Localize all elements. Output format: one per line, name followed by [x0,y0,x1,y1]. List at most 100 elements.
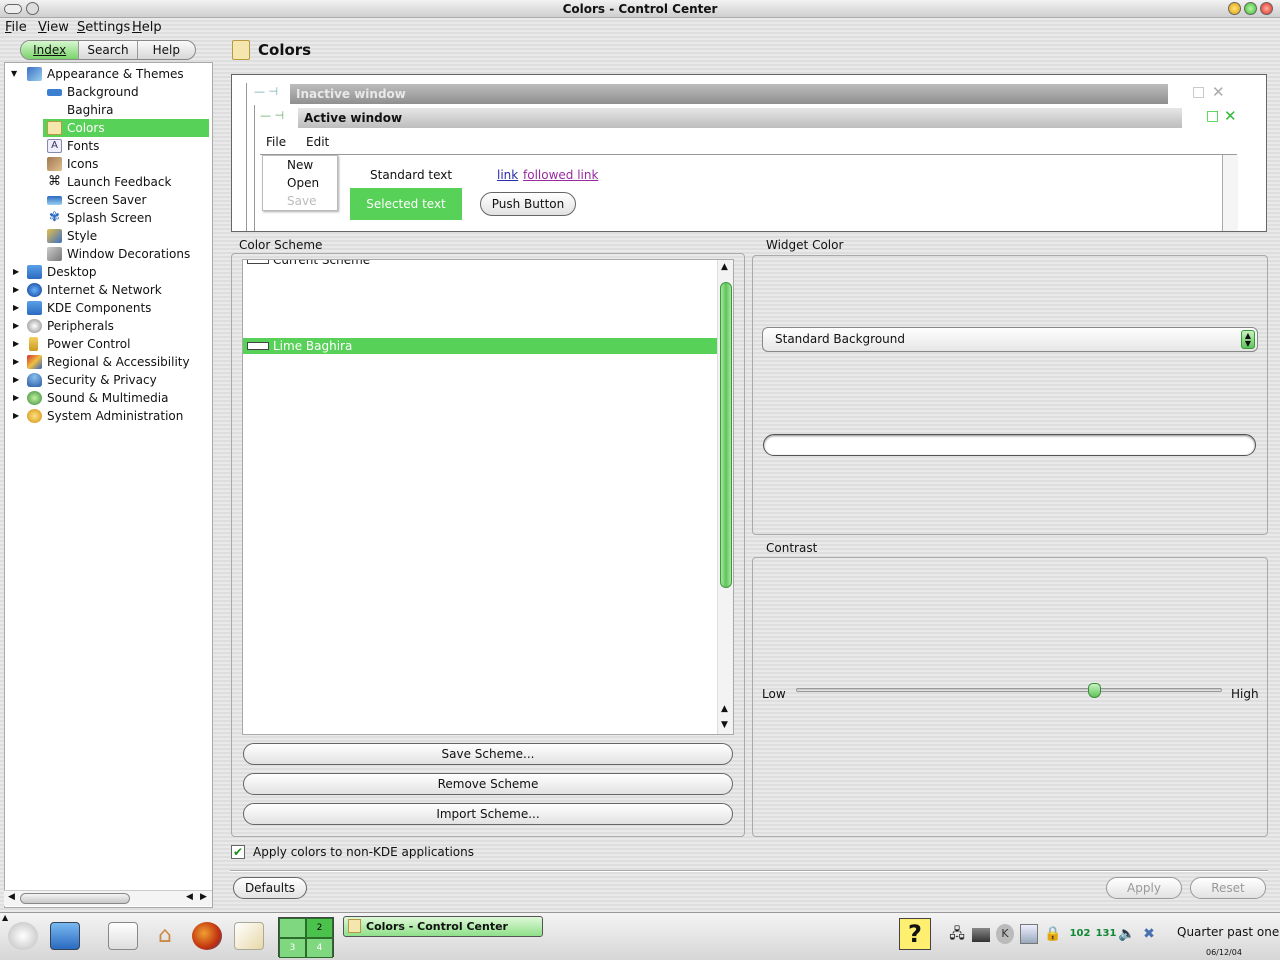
reset-button[interactable]: Reset [1190,877,1266,899]
kde-icon[interactable]: K [996,924,1014,944]
menu-file[interactable]: File [5,20,27,35]
desktop-pager[interactable]: 1 2 3 4 [278,917,334,958]
tree-horizontal-scrollbar[interactable]: ◀ ◀ ▶ [4,890,212,906]
tree-item-colors[interactable]: Colors [5,119,212,137]
popup-item-save: Save [287,194,317,208]
scrollbar-thumb[interactable] [20,893,130,904]
cpu-monitor-icon[interactable]: 102 [1068,924,1092,944]
tree-item-kde-components[interactable]: ▶ KDE Components [5,299,212,317]
cpu-monitor-icon[interactable]: 131 [1094,924,1118,944]
terminal-icon[interactable] [108,922,138,950]
popup-item-open: Open [287,176,320,190]
tree-item-screen-saver[interactable]: Screen Saver [5,191,212,209]
volume-icon[interactable]: 🔈 [1118,924,1136,944]
tree-item-launch-feedback[interactable]: ⌘ Launch Feedback [5,173,212,191]
tree-item-security[interactable]: ▶ Security & Privacy [5,371,212,389]
scroll-up-icon[interactable]: ▲ [721,262,728,272]
scheme-item-lime-baghira[interactable]: Lime Baghira [243,338,719,354]
tree-item-window-decorations[interactable]: Window Decorations [5,245,212,263]
expand-arrow-icon[interactable]: ▶ [13,371,21,389]
clipboard-icon[interactable] [1020,924,1038,944]
expand-arrow-icon[interactable]: ▶ [13,263,21,281]
tree-item-internet[interactable]: ▶ Internet & Network [5,281,212,299]
menu-view[interactable]: View [38,20,69,35]
close-icon[interactable] [1260,2,1273,15]
scheme-item-current[interactable]: Current Scheme [243,260,719,268]
tree-item-background[interactable]: Background [5,83,212,101]
tools-icon[interactable]: ✖ [1140,924,1158,944]
tree-item-appearance[interactable]: ▼ Appearance & Themes [5,65,212,83]
defaults-button[interactable]: Defaults [233,877,307,899]
scheme-list-scrollbar[interactable]: ▲ ▲ ▼ [717,260,733,734]
scheme-list[interactable]: Current Scheme Lime Baghira ▲ ▲ ▼ [242,259,734,735]
scroll-down-icon[interactable]: ▼ [721,720,728,730]
help-icon[interactable]: ? [899,918,931,950]
preview-popup-menu: New Open Save [262,155,338,211]
tab-search[interactable]: Search [79,41,138,59]
pager-desktop-1[interactable]: 1 [279,918,306,938]
scroll-up-icon[interactable]: ▲ [721,704,728,714]
scroll-left-icon[interactable]: ◀ [186,892,193,902]
menu-settings[interactable]: Settings [77,20,130,35]
show-desktop-icon[interactable] [50,922,80,950]
expand-arrow-icon[interactable]: ▶ [13,317,21,335]
appearance-icon [27,67,42,81]
tree-item-baghira[interactable]: Baghira [5,101,212,119]
apply-button[interactable]: Apply [1106,877,1182,899]
expand-arrow-icon[interactable]: ▶ [13,353,21,371]
scrollbar-thumb[interactable] [720,282,732,588]
screen-saver-icon [47,196,62,205]
tree-item-sound[interactable]: ▶ Sound & Multimedia [5,389,212,407]
close-icon: ✕ [1224,107,1237,125]
lock-icon[interactable]: 🔒 [1044,924,1062,944]
display-icon[interactable] [972,928,990,942]
home-icon[interactable]: ⌂ [150,922,180,950]
contrast-slider-handle[interactable] [1087,683,1101,698]
preview-link: link [497,168,519,182]
expand-arrow-icon[interactable]: ▶ [13,335,21,353]
color-picker-button[interactable] [763,434,1256,456]
tab-help[interactable]: Help [138,41,195,59]
tree-item-regional[interactable]: ▶ Regional & Accessibility [5,353,212,371]
text-editor-icon[interactable] [234,922,264,950]
save-scheme-button[interactable]: Save Scheme... [243,743,733,765]
tree-item-power-control[interactable]: ▶ Power Control [5,335,212,353]
tree-item-icons[interactable]: Icons [5,155,212,173]
scroll-left-icon[interactable]: ◀ [8,892,15,902]
import-scheme-button[interactable]: Import Scheme... [243,803,733,825]
apply-non-kde-checkbox[interactable]: ✔ [231,845,245,859]
maximize-icon[interactable] [1244,2,1257,15]
widget-color-select[interactable]: Standard Background ▲ ▼ [762,327,1258,352]
sound-icon [27,391,42,405]
tree-item-system-admin[interactable]: ▶ System Administration [5,407,212,425]
tree-item-style[interactable]: Style [5,227,212,245]
minimize-icon[interactable] [1228,2,1241,15]
tree-item-fonts[interactable]: A Fonts [5,137,212,155]
tree-item-peripherals[interactable]: ▶ Peripherals [5,317,212,335]
menu-help[interactable]: Help [132,20,162,35]
contrast-slider-track[interactable] [796,688,1222,692]
pager-desktop-2[interactable]: 2 [306,918,333,938]
collapse-arrow-icon[interactable]: ▼ [11,65,19,83]
tab-index[interactable]: Index [21,41,80,59]
taskbar-item-control-center[interactable]: Colors - Control Center [343,916,543,937]
tree-item-splash-screen[interactable]: ✾ Splash Screen [5,209,212,227]
remove-scheme-button[interactable]: Remove Scheme [243,773,733,795]
expand-arrow-icon[interactable]: ▶ [13,389,21,407]
pager-desktop-3[interactable]: 3 [279,938,306,958]
k-menu-icon[interactable] [8,922,38,950]
color-preview[interactable]: — ⊣ Inactive window □ ✕ — ⊣ Active windo… [231,74,1267,232]
expand-arrow-icon[interactable]: ▶ [13,281,21,299]
expand-arrow-icon[interactable]: ▶ [13,407,21,425]
pager-desktop-4[interactable]: 4 [306,938,333,958]
network-icon[interactable]: 🖧 [948,924,966,944]
clock-time[interactable]: Quarter past one [1177,925,1279,939]
scroll-right-icon[interactable]: ▶ [200,892,207,902]
panel-hide-icon[interactable]: ▲ [2,913,8,922]
expand-arrow-icon[interactable]: ▶ [13,299,21,317]
tree-item-desktop[interactable]: ▶ Desktop [5,263,212,281]
tree-item-label: Regional & Accessibility [47,355,190,369]
tree-item-label: KDE Components [47,301,152,315]
preview-standard-text: Standard text [370,168,453,182]
firefox-icon[interactable] [192,922,222,950]
